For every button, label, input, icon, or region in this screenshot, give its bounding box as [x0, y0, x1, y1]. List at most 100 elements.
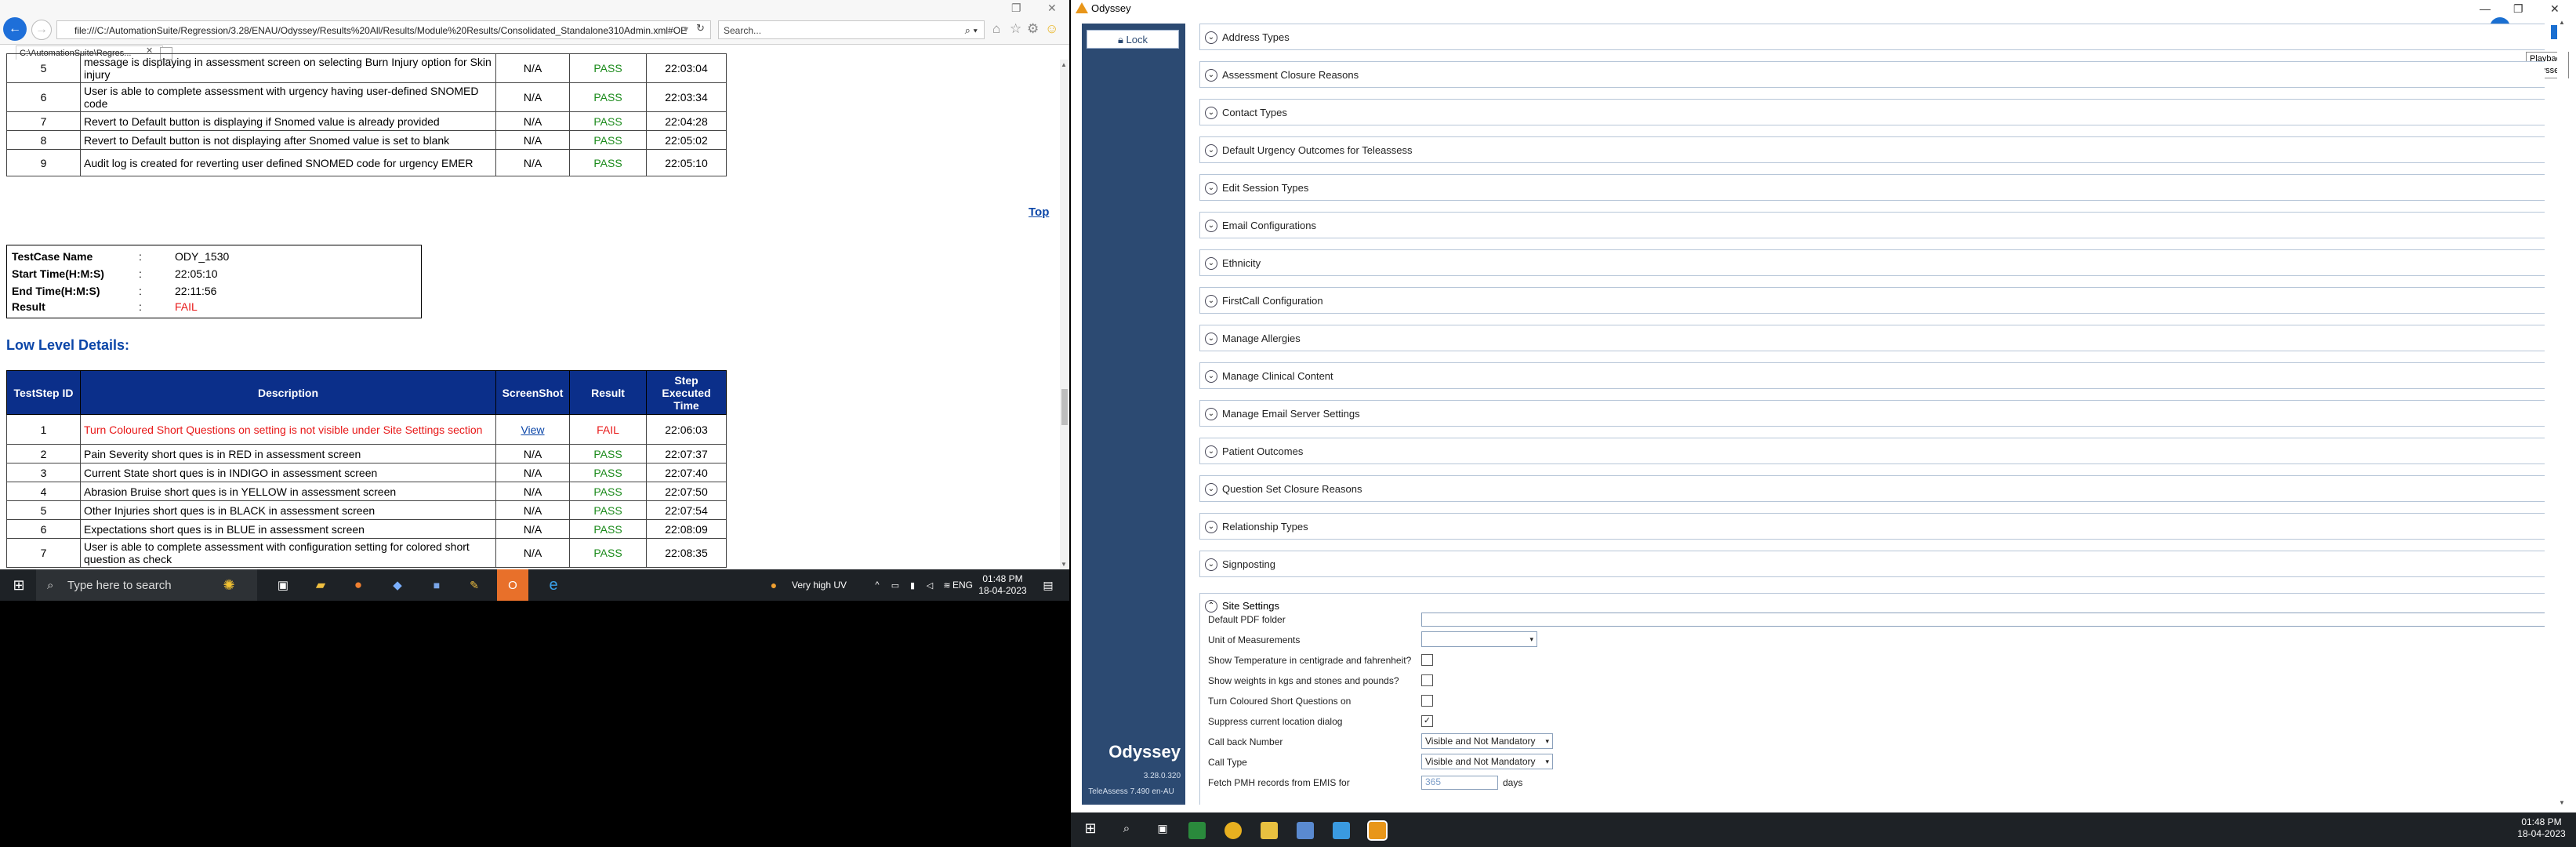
app-icon[interactable]: ■: [423, 569, 450, 601]
temperature-checkbox[interactable]: [1421, 654, 1433, 666]
network-icon[interactable]: ▭: [887, 569, 903, 601]
clock-time[interactable]: 01:48 PM: [975, 573, 1030, 585]
settings-scrollbar[interactable]: ▲ ▼: [2557, 17, 2568, 808]
scroll-down-icon[interactable]: ▼: [1061, 561, 1067, 568]
firefox-icon[interactable]: ●: [345, 569, 372, 601]
section-edit-session-types[interactable]: ⌄ Edit Session Types: [1199, 174, 2545, 201]
chrome-icon[interactable]: [1225, 822, 1242, 839]
odyssey-taskbar-icon[interactable]: [1367, 820, 1388, 841]
chevron-down-icon[interactable]: ⌄: [1205, 370, 1217, 383]
excel-icon[interactable]: [1188, 822, 1206, 839]
section-assessment-closure-reasons[interactable]: ⌄ Assessment Closure Reasons: [1199, 61, 2545, 88]
task-view-icon[interactable]: ▣: [270, 569, 296, 601]
cortana-icon[interactable]: ✺: [213, 569, 245, 601]
home-icon[interactable]: ⌂: [992, 21, 1000, 37]
section-address-types[interactable]: ⌄ Address Types: [1199, 24, 2545, 50]
clock-time[interactable]: 01:48 PM: [2513, 816, 2570, 828]
section-manage-clinical-content[interactable]: ⌄ Manage Clinical Content: [1199, 362, 2545, 389]
call-back-number-select[interactable]: Visible and Not Mandatory ▾: [1421, 733, 1553, 749]
chevron-down-icon[interactable]: ⌄: [1205, 295, 1217, 307]
top-link[interactable]: Top: [1029, 205, 1049, 219]
call-type-select[interactable]: Visible and Not Mandatory ▾: [1421, 754, 1553, 769]
scroll-thumb[interactable]: [1061, 389, 1068, 425]
forward-icon[interactable]: →: [31, 20, 52, 40]
address-bar[interactable]: file:///C:/AutomationSuite/Regression/3.…: [56, 20, 711, 39]
chevron-down-icon[interactable]: ⌄: [1205, 408, 1217, 420]
suppress-location-checkbox[interactable]: ✓: [1421, 715, 1433, 727]
search-input[interactable]: Search... ⌕ ▾: [718, 20, 985, 39]
section-manage-allergies[interactable]: ⌄ Manage Allergies: [1199, 325, 2545, 351]
volume-icon[interactable]: ◁: [922, 569, 938, 601]
file-explorer-icon[interactable]: [1261, 822, 1278, 839]
chevron-down-icon[interactable]: ⌄: [1205, 69, 1217, 82]
coloured-short-questions-checkbox[interactable]: [1421, 695, 1433, 707]
setting-label: Unit of Measurements: [1208, 634, 1301, 645]
minimize-icon[interactable]: —: [2480, 0, 2491, 17]
chevron-down-icon[interactable]: ⌄: [1205, 257, 1217, 270]
file-explorer-icon[interactable]: ▰: [307, 569, 334, 601]
section-firstcall-configuration[interactable]: ⌄ FirstCall Configuration: [1199, 287, 2545, 314]
chevron-down-icon[interactable]: ⌄: [1205, 521, 1217, 533]
weights-checkbox[interactable]: [1421, 674, 1433, 686]
search-icon[interactable]: ⌕: [1113, 812, 1140, 844]
section-patient-outcomes[interactable]: ⌄ Patient Outcomes: [1199, 438, 2545, 464]
fetch-pmh-days-input[interactable]: 365: [1421, 776, 1498, 790]
section-relationship-types[interactable]: ⌄ Relationship Types: [1199, 513, 2545, 540]
scroll-down-icon[interactable]: ▼: [2559, 799, 2565, 806]
view-screenshot-link[interactable]: View: [521, 424, 544, 436]
tools-gear-icon[interactable]: ⚙: [1027, 21, 1039, 37]
dropdown-icon[interactable]: ▾: [684, 24, 688, 35]
chevron-down-icon[interactable]: ⌄: [1205, 31, 1217, 44]
close-icon[interactable]: ✕: [2550, 0, 2560, 17]
search-icon[interactable]: ⌕ ▾: [965, 21, 978, 40]
chevron-down-icon[interactable]: ⌄: [1205, 558, 1217, 571]
windows-start-icon[interactable]: ⊞: [5, 569, 33, 601]
section-contact-types[interactable]: ⌄ Contact Types: [1199, 99, 2545, 125]
chevron-down-icon[interactable]: ⌄: [1205, 483, 1217, 496]
close-icon[interactable]: ✕: [1047, 2, 1057, 15]
chevron-down-icon[interactable]: ⌄: [1205, 107, 1217, 119]
scroll-up-icon[interactable]: ▲: [2559, 19, 2565, 26]
refresh-icon[interactable]: ↻: [696, 22, 705, 35]
section-signposting[interactable]: ⌄ Signposting: [1199, 551, 2545, 577]
section-question-set-closure-reasons[interactable]: ⌄ Question Set Closure Reasons: [1199, 475, 2545, 502]
lock-button[interactable]: 🔒︎ Lock: [1087, 30, 1179, 49]
internet-explorer-icon[interactable]: e: [538, 569, 569, 601]
chevron-down-icon[interactable]: ⌄: [1205, 333, 1217, 345]
default-pdf-folder-input[interactable]: [1421, 613, 2545, 627]
section-email-configurations[interactable]: ⌄ Email Configurations: [1199, 212, 2545, 238]
notes-icon[interactable]: ✎: [461, 569, 488, 601]
clock-date[interactable]: 18-04-2023: [975, 585, 1030, 597]
smiley-icon[interactable]: ☺: [1045, 21, 1058, 37]
chevron-down-icon[interactable]: ⌄: [1205, 182, 1217, 194]
notification-icon[interactable]: ▤: [1036, 569, 1060, 601]
battery-icon[interactable]: ▮: [905, 569, 920, 601]
back-icon[interactable]: ←: [3, 17, 27, 41]
unit-of-measurements-select[interactable]: ▾: [1421, 631, 1537, 647]
scroll-up-icon[interactable]: ▲: [1061, 61, 1067, 68]
step-time: 22:07:40: [646, 463, 727, 482]
section-manage-email-server-settings[interactable]: ⌄ Manage Email Server Settings: [1199, 400, 2545, 427]
chevron-down-icon[interactable]: ⌄: [1205, 144, 1217, 157]
chevron-down-icon[interactable]: ⌄: [1205, 220, 1217, 232]
windows-start-icon[interactable]: ⊞: [1077, 812, 1104, 844]
section-ethnicity[interactable]: ⌄ Ethnicity: [1199, 249, 2545, 276]
automation-tool-icon[interactable]: [1333, 822, 1350, 839]
section-default-urgency-outcomes-for-teleassess[interactable]: ⌄ Default Urgency Outcomes for Teleassess: [1199, 136, 2545, 163]
step-result: PASS: [569, 482, 647, 501]
app-icon[interactable]: ◆: [384, 569, 411, 601]
step-result: PASS: [569, 500, 647, 520]
favorites-icon[interactable]: ☆: [1010, 21, 1021, 37]
tray-expand-icon[interactable]: ^: [870, 569, 884, 601]
restore-icon[interactable]: ❐: [2513, 0, 2523, 17]
task-view-icon[interactable]: ▣: [1149, 812, 1176, 844]
page-scrollbar[interactable]: ▲ ▼: [1060, 60, 1069, 569]
section-label: Default Urgency Outcomes for Teleassess: [1222, 144, 1413, 156]
app-icon[interactable]: [1297, 822, 1314, 839]
chevron-down-icon[interactable]: ⌄: [1205, 445, 1217, 458]
weather-text: Very high UV: [792, 580, 847, 591]
language-indicator[interactable]: ENG: [952, 580, 974, 591]
clock-date[interactable]: 18-04-2023: [2513, 828, 2570, 840]
restore-icon[interactable]: ❐: [1011, 2, 1021, 15]
outlook-icon[interactable]: O: [497, 569, 528, 601]
